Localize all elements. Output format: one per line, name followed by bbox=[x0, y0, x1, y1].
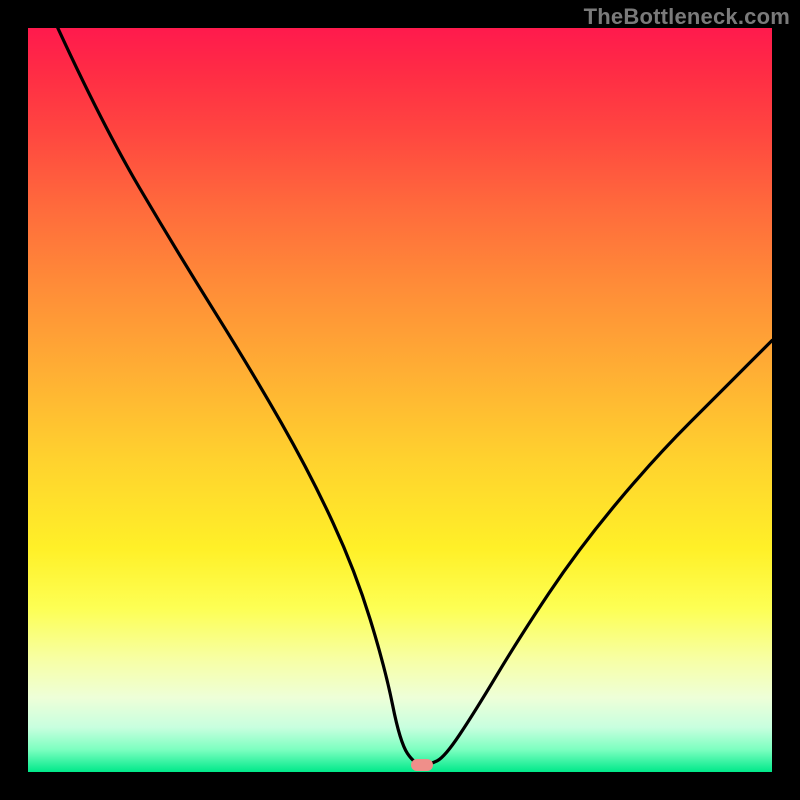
chart-frame: TheBottleneck.com bbox=[0, 0, 800, 800]
bottleneck-curve bbox=[28, 28, 772, 772]
watermark-text: TheBottleneck.com bbox=[584, 4, 790, 30]
optimal-point-marker bbox=[411, 759, 433, 771]
plot-area bbox=[28, 28, 772, 772]
